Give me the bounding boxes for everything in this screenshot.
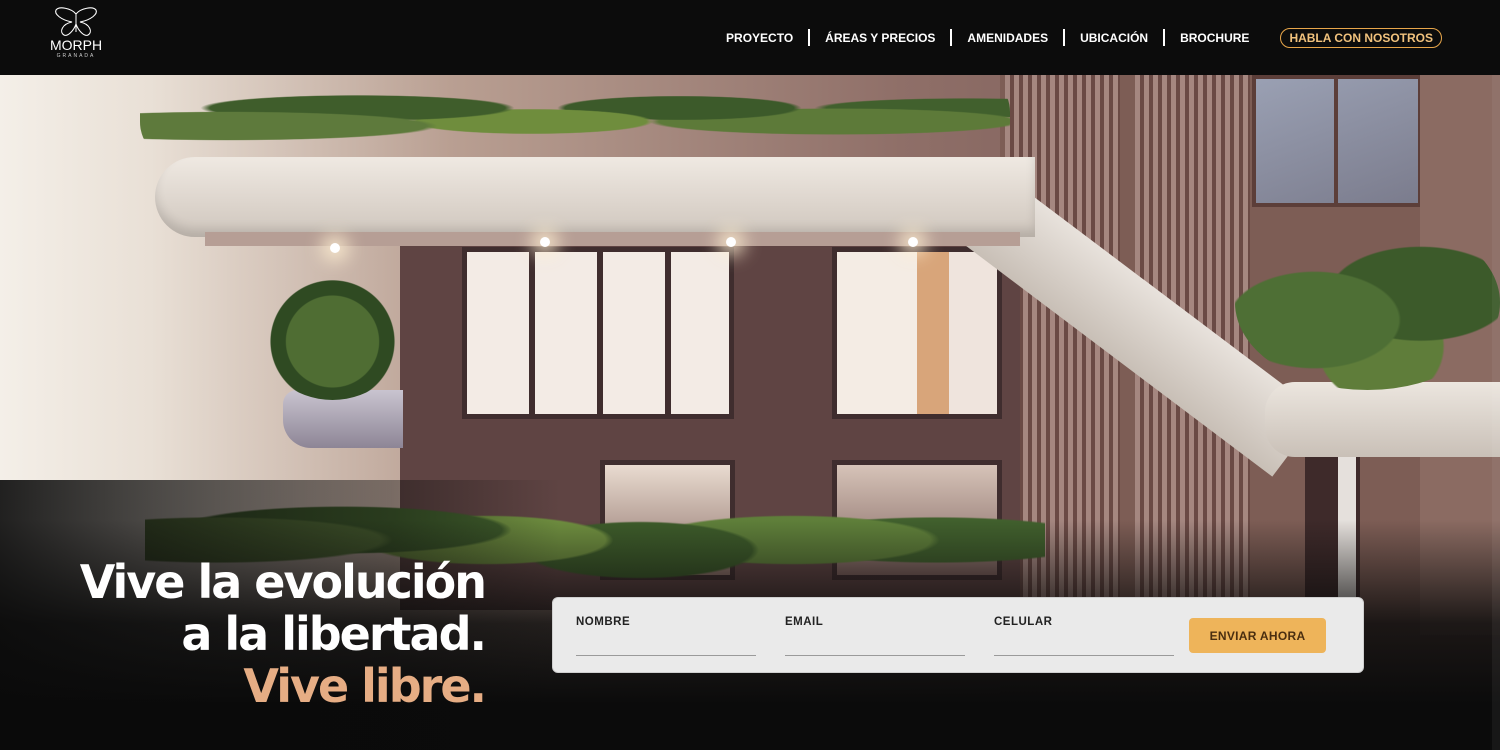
phone-label: CELULAR — [994, 616, 1053, 628]
name-field-group: NOMBRE — [576, 616, 756, 656]
phone-input[interactable] — [994, 634, 1174, 656]
contact-form: NOMBRE EMAIL CELULAR ENVIAR AHORA — [552, 597, 1364, 673]
name-input[interactable] — [576, 634, 756, 656]
contact-us-button[interactable]: HABLA CON NOSOTROS — [1280, 27, 1442, 48]
building-window — [462, 247, 734, 419]
site-header: MORPH GRANADA PROYECTO ÁREAS Y PRECIOS A… — [0, 0, 1500, 75]
brand-name: MORPH — [49, 37, 103, 53]
butterfly-icon — [40, 6, 112, 38]
headline-line: Vive la evolución — [79, 555, 487, 609]
building-window — [1252, 75, 1422, 207]
nav-item-areas-y-precios[interactable]: ÁREAS Y PRECIOS — [810, 0, 950, 75]
phone-field-group: CELULAR — [994, 616, 1174, 656]
plants — [260, 270, 405, 400]
submit-button[interactable]: ENVIAR AHORA — [1189, 618, 1326, 653]
ceiling-light — [908, 237, 918, 247]
page-scrollbar[interactable] — [1492, 75, 1500, 750]
nav-item-amenidades[interactable]: AMENIDADES — [952, 0, 1063, 75]
ceiling-light — [540, 237, 550, 247]
nav-item-brochure[interactable]: BROCHURE — [1165, 0, 1264, 75]
brand-subtitle: GRANADA — [56, 53, 96, 59]
name-label: NOMBRE — [576, 616, 631, 628]
hero-headline: Vive la evolución a la libertad. Vive li… — [40, 555, 487, 713]
building-window — [832, 247, 1002, 419]
concrete-balcony — [1265, 382, 1500, 457]
email-input[interactable] — [785, 634, 965, 656]
ceiling-light — [330, 243, 340, 253]
headline-line: a la libertad. — [181, 607, 487, 661]
main-nav: PROYECTO ÁREAS Y PRECIOS AMENIDADES UBIC… — [711, 0, 1442, 75]
ceiling-light — [726, 237, 736, 247]
email-field-group: EMAIL — [785, 616, 965, 656]
nav-item-ubicacion[interactable]: UBICACIÓN — [1065, 0, 1163, 75]
balcony-underside — [205, 232, 1020, 246]
plants — [1235, 215, 1500, 390]
brand-logo[interactable]: MORPH GRANADA — [40, 6, 112, 68]
plants — [140, 72, 1010, 162]
headline-accent-line: Vive libre. — [243, 659, 487, 713]
nav-item-proyecto[interactable]: PROYECTO — [711, 0, 808, 75]
concrete-balcony — [155, 157, 1035, 237]
email-label: EMAIL — [785, 616, 824, 628]
